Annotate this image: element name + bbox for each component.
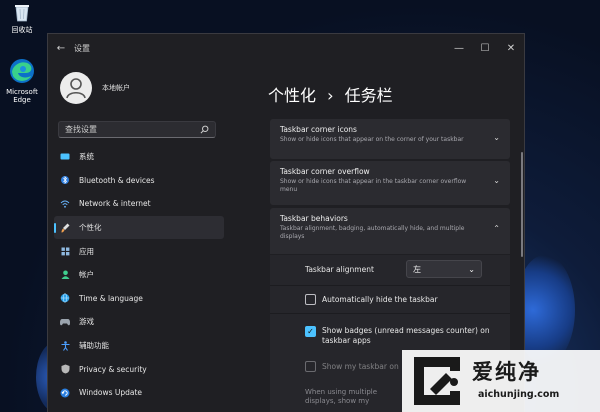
globe-icon bbox=[60, 293, 70, 303]
person-icon bbox=[66, 78, 86, 99]
apps-icon bbox=[60, 246, 70, 256]
divider bbox=[270, 313, 510, 314]
sidebar-item-label: Bluetooth & devices bbox=[79, 175, 155, 185]
watermark-cn-text: 爱纯净 bbox=[472, 360, 541, 384]
badges-label: Show badges (unread messages counter) on… bbox=[322, 326, 490, 346]
badges-checkbox[interactable]: ✓ bbox=[305, 326, 316, 337]
sidebar-item-label: 帐户 bbox=[79, 270, 94, 280]
sidebar-item-apps[interactable]: 应用 bbox=[54, 239, 224, 263]
taskbar-corner-icons-section[interactable]: Taskbar corner icons Show or hide icons … bbox=[270, 119, 510, 159]
sidebar-item-network[interactable]: Network & internet bbox=[54, 192, 224, 216]
sidebar-item-label: 辅助功能 bbox=[79, 341, 109, 351]
all-displays-checkbox-row: Show my taskbar on bbox=[305, 361, 399, 372]
sidebar-item-personalization[interactable]: 个性化 bbox=[54, 215, 224, 240]
scrollbar-thumb[interactable] bbox=[521, 152, 523, 257]
taskbar-alignment-label: Taskbar alignment bbox=[305, 265, 374, 274]
sidebar-nav: 系统 Bluetooth & devices Network & interne… bbox=[54, 145, 224, 405]
auto-hide-label: Automatically hide the taskbar bbox=[322, 295, 438, 304]
divider bbox=[270, 285, 510, 286]
sidebar-item-label: Network & internet bbox=[79, 199, 151, 209]
sidebar-item-system[interactable]: 系统 bbox=[54, 145, 224, 169]
watermark-logo-icon bbox=[414, 357, 460, 405]
maximize-icon[interactable]: ☐ bbox=[472, 43, 498, 54]
sidebar-item-label: Privacy & security bbox=[79, 364, 147, 374]
breadcrumb-parent[interactable]: 个性化 bbox=[268, 86, 316, 105]
breadcrumb: 个性化 › 任务栏 bbox=[268, 82, 393, 106]
desktop-edge[interactable]: Microsoft Edge bbox=[2, 58, 42, 104]
section-desc: Taskbar alignment, badging, automaticall… bbox=[280, 225, 465, 240]
section-title: Taskbar corner overflow bbox=[280, 167, 370, 176]
all-displays-checkbox bbox=[305, 361, 316, 372]
sidebar-item-label: 系统 bbox=[79, 152, 94, 162]
sidebar-item-label: Windows Update bbox=[79, 388, 143, 398]
badges-checkbox-row[interactable]: ✓ Show badges (unread messages counter) … bbox=[305, 326, 495, 346]
title-bar: ← 设置 — ☐ ✕ bbox=[48, 34, 524, 62]
search-icon bbox=[200, 125, 209, 134]
bluetooth-icon bbox=[60, 175, 70, 185]
accessibility-icon bbox=[60, 340, 70, 351]
breadcrumb-current: 任务栏 bbox=[344, 86, 393, 105]
recycle-bin-icon bbox=[2, 2, 42, 24]
all-displays-label: Show my taskbar on bbox=[322, 362, 399, 371]
system-icon bbox=[60, 152, 70, 162]
edge-icon bbox=[2, 58, 42, 86]
search-placeholder: 查找设置 bbox=[65, 125, 97, 134]
brush-icon bbox=[60, 223, 70, 233]
section-title: Taskbar behaviors bbox=[280, 214, 348, 223]
sidebar-item-accounts[interactable]: 帐户 bbox=[54, 263, 224, 287]
wifi-icon bbox=[60, 199, 70, 209]
auto-hide-checkbox[interactable] bbox=[305, 294, 316, 305]
auto-hide-checkbox-row[interactable]: Automatically hide the taskbar bbox=[305, 294, 438, 305]
sidebar-item-label: 游戏 bbox=[79, 317, 94, 327]
profile-name: 本地帐户 bbox=[102, 84, 130, 92]
close-icon[interactable]: ✕ bbox=[498, 43, 524, 54]
desktop-recycle-bin[interactable]: 回收站 bbox=[2, 2, 42, 34]
taskbar-corner-overflow-section[interactable]: Taskbar corner overflow Show or hide ico… bbox=[270, 161, 510, 205]
multi-display-label: When using multiple displays, show my bbox=[305, 388, 378, 406]
chevron-up-icon: ⌃ bbox=[493, 224, 500, 233]
edge-label: Microsoft Edge bbox=[6, 88, 38, 105]
back-arrow-icon[interactable]: ← bbox=[48, 43, 74, 54]
taskbar-behaviors-section[interactable]: Taskbar behaviors Taskbar alignment, bad… bbox=[270, 208, 510, 254]
section-title: Taskbar corner icons bbox=[280, 125, 357, 134]
sidebar-item-label: Time & language bbox=[79, 293, 143, 303]
sidebar-item-label: 应用 bbox=[79, 246, 94, 256]
taskbar-alignment-value: 左 bbox=[413, 264, 421, 274]
watermark: 爱纯净 aichunjing.com bbox=[402, 350, 600, 412]
shield-icon bbox=[60, 364, 70, 374]
search-input[interactable]: 查找设置 bbox=[58, 121, 216, 138]
sidebar-item-time-language[interactable]: Time & language bbox=[54, 287, 224, 311]
sidebar-item-privacy[interactable]: Privacy & security bbox=[54, 357, 224, 381]
minimize-icon[interactable]: — bbox=[446, 43, 472, 54]
window-title: 设置 bbox=[74, 43, 90, 53]
chevron-down-icon: ⌄ bbox=[468, 264, 475, 274]
gamepad-icon bbox=[60, 317, 70, 327]
account-icon bbox=[60, 270, 70, 280]
recycle-bin-label: 回收站 bbox=[11, 26, 33, 35]
sidebar-item-accessibility[interactable]: 辅助功能 bbox=[54, 334, 224, 358]
sidebar-item-gaming[interactable]: 游戏 bbox=[54, 310, 224, 334]
watermark-en-text: aichunjing.com bbox=[478, 389, 560, 400]
section-desc: Show or hide icons that appear in the ta… bbox=[280, 178, 467, 193]
update-icon bbox=[60, 388, 70, 398]
sidebar-item-bluetooth[interactable]: Bluetooth & devices bbox=[54, 169, 224, 193]
chevron-down-icon: ⌄ bbox=[493, 133, 500, 142]
chevron-down-icon: ⌄ bbox=[493, 176, 500, 185]
sidebar-item-windows-update[interactable]: Windows Update bbox=[54, 381, 224, 405]
profile-card[interactable]: 本地帐户 bbox=[60, 72, 130, 104]
taskbar-alignment-select[interactable]: 左 ⌄ bbox=[406, 260, 482, 278]
breadcrumb-separator: › bbox=[327, 86, 334, 105]
avatar bbox=[60, 72, 92, 104]
sidebar-item-label: 个性化 bbox=[79, 223, 102, 233]
section-desc: Show or hide icons that appear on the co… bbox=[280, 136, 464, 143]
